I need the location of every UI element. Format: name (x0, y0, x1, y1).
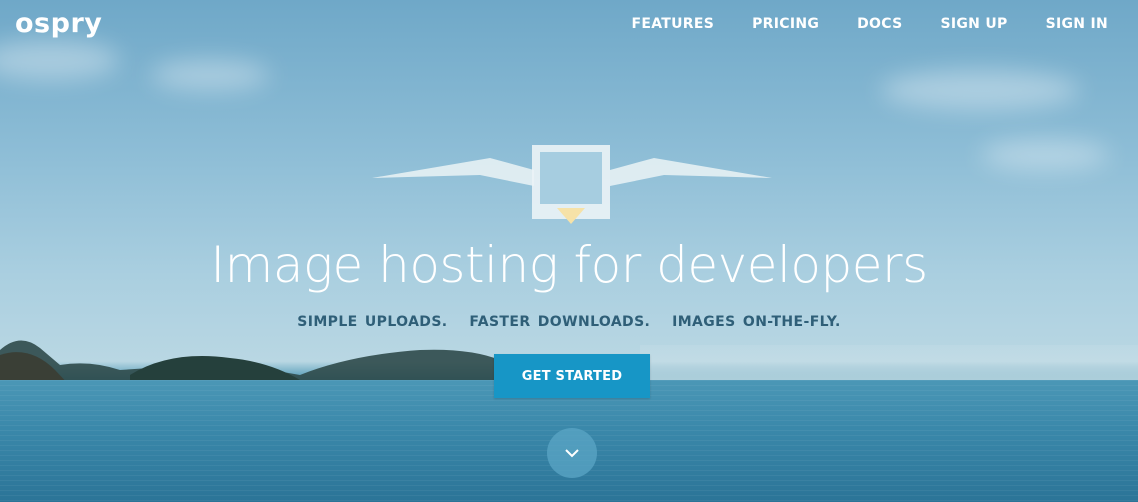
nav-pricing[interactable]: PRICING (752, 16, 819, 32)
hero-section: ospry FEATURES PRICING DOCS SIGN UP SIGN… (0, 0, 1138, 502)
brand-logo[interactable]: ospry (15, 8, 102, 39)
chevron-down-icon (565, 449, 579, 458)
cloud (0, 40, 120, 80)
sea-haze (640, 345, 1138, 381)
cloud (980, 140, 1110, 170)
bird-frame-icon (372, 145, 772, 224)
nav-docs[interactable]: DOCS (857, 16, 902, 32)
hero-tagline: SIMPLE UPLOADS. FASTER DOWNLOADS. IMAGES… (297, 314, 841, 330)
hero-headline: Image hosting for developers (210, 236, 928, 294)
get-started-button[interactable]: GET STARTED (494, 354, 650, 398)
nav-sign-up[interactable]: SIGN UP (940, 16, 1007, 32)
cloud (880, 70, 1080, 110)
nav-features[interactable]: FEATURES (631, 16, 714, 32)
main-nav: FEATURES PRICING DOCS SIGN UP SIGN IN (593, 16, 1108, 32)
cloud (150, 60, 270, 90)
nav-sign-in[interactable]: SIGN IN (1046, 16, 1108, 32)
scroll-down-button[interactable] (547, 428, 597, 478)
